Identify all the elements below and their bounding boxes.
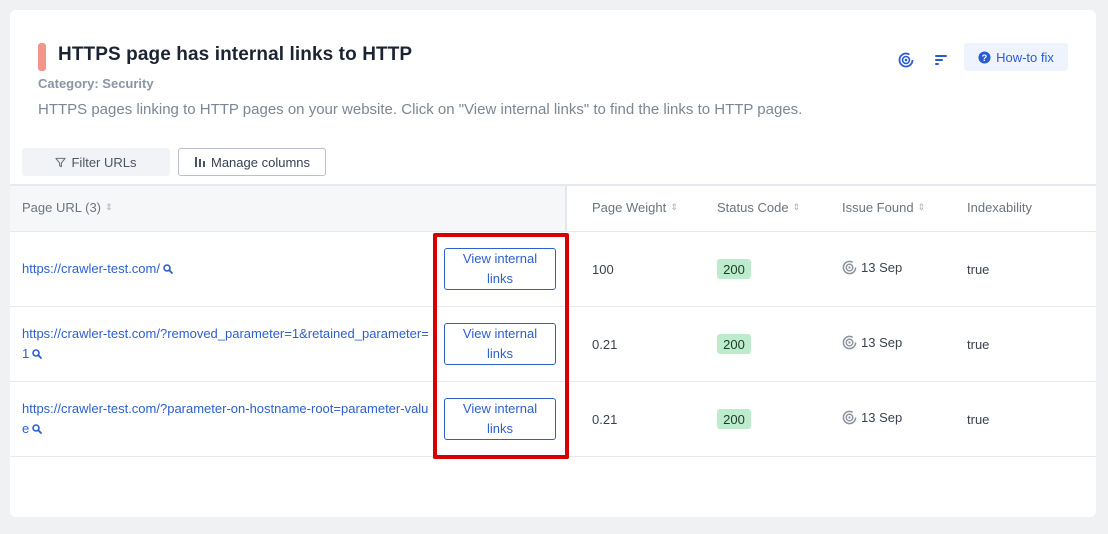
indexability-value: true — [967, 262, 990, 277]
sort-arrows-icon: ⇕ — [917, 202, 926, 212]
category-label: Category: Security — [38, 76, 154, 91]
svg-text:?: ? — [982, 52, 988, 62]
issue-found-cell: 13 Sep — [842, 410, 902, 425]
column-header-page-url[interactable]: Page URL (3) ⇕ — [22, 200, 113, 215]
column-header-issue-found[interactable]: Issue Found ⇕ — [842, 200, 925, 215]
issue-found-cell: 13 Sep — [842, 260, 902, 275]
row-divider — [10, 231, 1096, 232]
pinned-column-divider — [565, 186, 567, 231]
search-icon[interactable] — [32, 420, 43, 440]
column-header-status-code[interactable]: Status Code ⇕ — [717, 200, 800, 215]
sort-arrows-icon: ⇕ — [670, 202, 678, 212]
indexability-value: true — [967, 412, 990, 427]
radar-icon — [842, 335, 857, 350]
page-title: HTTPS page has internal links to HTTP — [58, 44, 413, 65]
manage-columns-label: Manage columns — [211, 154, 310, 170]
filter-icon — [55, 157, 67, 167]
indexability-value: true — [967, 337, 990, 352]
filter-urls-label: Filter URLs — [71, 154, 137, 170]
manage-columns-button[interactable]: Manage columns — [178, 148, 326, 176]
page-weight-value: 100 — [592, 262, 614, 277]
page-weight-value: 0.21 — [592, 412, 618, 427]
sort-icon[interactable] — [931, 50, 951, 70]
help-icon: ? — [978, 50, 991, 64]
sort-arrows-icon: ⇕ — [792, 202, 801, 212]
columns-icon — [195, 157, 205, 167]
column-header-indexability[interactable]: Indexability — [967, 200, 1032, 215]
column-header-page-weight[interactable]: Page Weight ⇕ — [592, 200, 678, 215]
highlight-annotation-box — [433, 233, 569, 459]
how-to-fix-button[interactable]: ? How-to fix — [964, 43, 1068, 71]
severity-marker — [38, 43, 46, 71]
table-row-url[interactable]: https://crawler-test.com/?removed_parame… — [22, 324, 434, 365]
status-badge: 200 — [717, 334, 751, 354]
status-badge: 200 — [717, 259, 751, 279]
how-to-fix-label: How-to fix — [996, 49, 1054, 65]
search-icon[interactable] — [163, 260, 173, 280]
issue-description: HTTPS pages linking to HTTP pages on you… — [38, 101, 803, 118]
sort-arrows-icon: ⇕ — [105, 202, 113, 212]
filter-urls-button[interactable]: Filter URLs — [22, 148, 170, 176]
radar-icon — [842, 410, 857, 425]
search-icon[interactable] — [32, 345, 43, 365]
radar-icon — [842, 260, 857, 275]
radar-icon[interactable] — [896, 50, 916, 70]
status-badge: 200 — [717, 409, 751, 429]
issue-card: HTTPS page has internal links to HTTP Ca… — [10, 10, 1096, 517]
table-row-url[interactable]: https://crawler-test.com/ — [22, 259, 434, 280]
page-weight-value: 0.21 — [592, 337, 618, 352]
table-row-url[interactable]: https://crawler-test.com/?parameter-on-h… — [22, 399, 434, 440]
issue-found-cell: 13 Sep — [842, 335, 902, 350]
